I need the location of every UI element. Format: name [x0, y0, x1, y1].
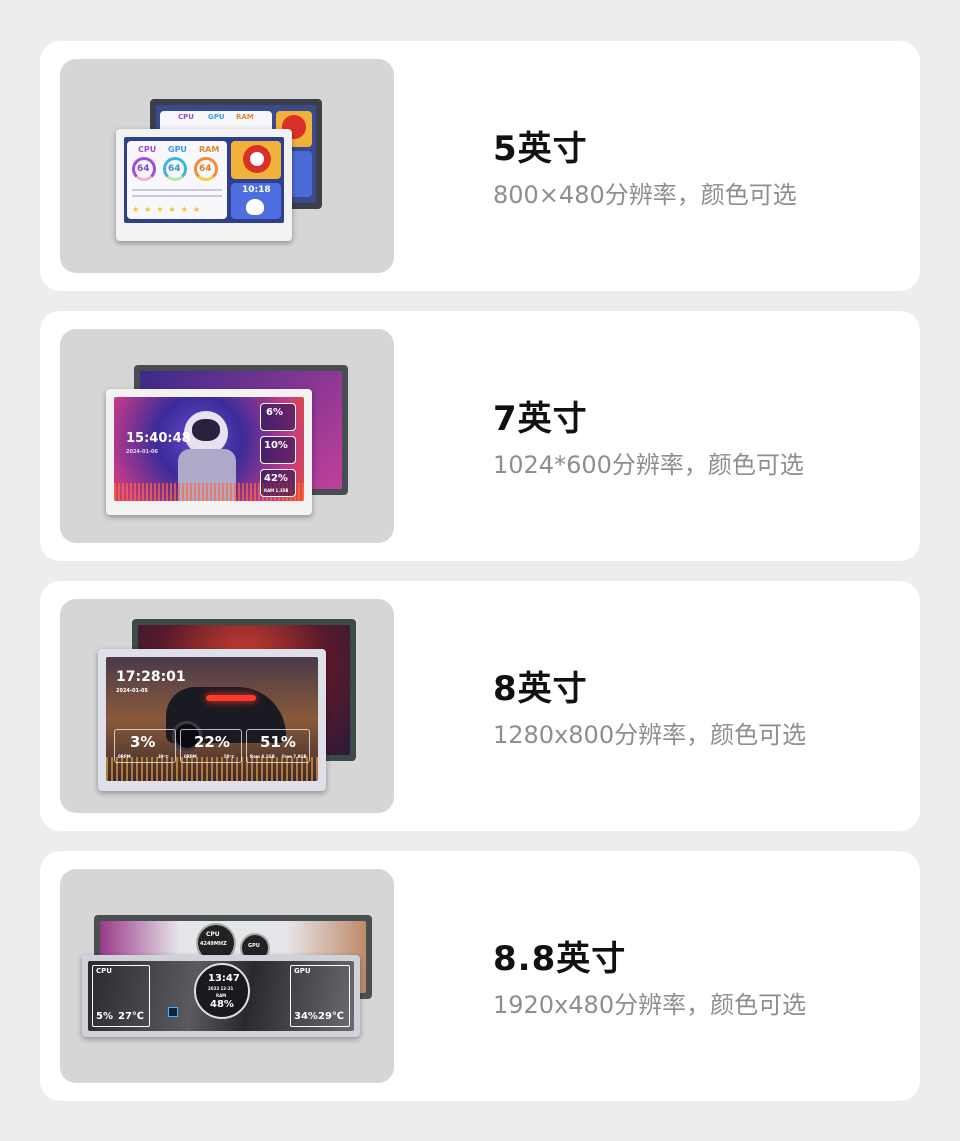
size-title: 8.8英寸 — [493, 939, 627, 979]
spec-text: 800×480分辨率，颜色可选 — [493, 181, 797, 209]
product-image-8-8inch: CPU 4249MHZ GPU CPU 5% 27℃ 13:47 2023 12… — [60, 869, 394, 1083]
device-screen: 17:28:01 2024-01-05 3% 22% 51% 0RPM 39℃ … — [106, 657, 318, 781]
device-screen: CPU GPU RAM 64 64 64 ★★★★★★ 10:18 — [124, 137, 284, 223]
device-screen: 15:40:48 2024-01-06 6% 10% 42% RAM 1.35B — [114, 397, 304, 501]
product-info: 8.8英寸 1920x480分辨率，颜色可选 — [493, 939, 806, 1021]
spec-text: 1920x480分辨率，颜色可选 — [493, 991, 807, 1019]
rating-stars: ★★★★★★ — [132, 205, 206, 214]
size-title: 8英寸 — [493, 669, 588, 709]
clock-dial — [194, 963, 250, 1019]
product-info: 8英寸 1280x800分辨率，颜色可选 — [493, 669, 806, 751]
device-front-frame: CPU GPU RAM 64 64 64 ★★★★★★ 10:18 — [116, 129, 292, 241]
product-image-8inch: 17:28:01 2024-01-05 3% 22% 51% 0RPM 39℃ … — [60, 599, 394, 813]
device-front-frame: CPU 5% 27℃ 13:47 2023 12-21 RAM 48% GPU … — [82, 955, 360, 1037]
size-title: 7英寸 — [493, 399, 588, 439]
product-card-8-8inch[interactable]: CPU 4249MHZ GPU CPU 5% 27℃ 13:47 2023 12… — [40, 851, 920, 1101]
product-image-5inch: CPU GPU RAM CPU GPU RAM 64 64 64 ★★★★★★ … — [60, 59, 394, 273]
device-front-frame: 15:40:48 2024-01-06 6% 10% 42% RAM 1.35B — [106, 389, 312, 515]
size-title: 5英寸 — [493, 129, 588, 169]
product-card-5inch[interactable]: CPU GPU RAM CPU GPU RAM 64 64 64 ★★★★★★ … — [40, 41, 920, 291]
spec-text: 1024*600分辨率，颜色可选 — [493, 451, 804, 479]
product-image-7inch: 15:40:48 2024-01-06 6% 10% 42% RAM 1.35B — [60, 329, 394, 543]
device-screen: CPU 5% 27℃ 13:47 2023 12-21 RAM 48% GPU … — [88, 961, 354, 1031]
product-card-8inch[interactable]: 17:28:01 2024-01-05 3% 22% 51% 0RPM 39℃ … — [40, 581, 920, 831]
product-info: 5英寸 800×480分辨率，颜色可选 — [493, 129, 797, 211]
product-info: 7英寸 1024*600分辨率，颜色可选 — [493, 399, 804, 481]
spec-text: 1280x800分辨率，颜色可选 — [493, 721, 807, 749]
product-card-7inch[interactable]: 15:40:48 2024-01-06 6% 10% 42% RAM 1.35B… — [40, 311, 920, 561]
chip-icon — [168, 1007, 178, 1017]
device-front-frame: 17:28:01 2024-01-05 3% 22% 51% 0RPM 39℃ … — [98, 649, 326, 791]
